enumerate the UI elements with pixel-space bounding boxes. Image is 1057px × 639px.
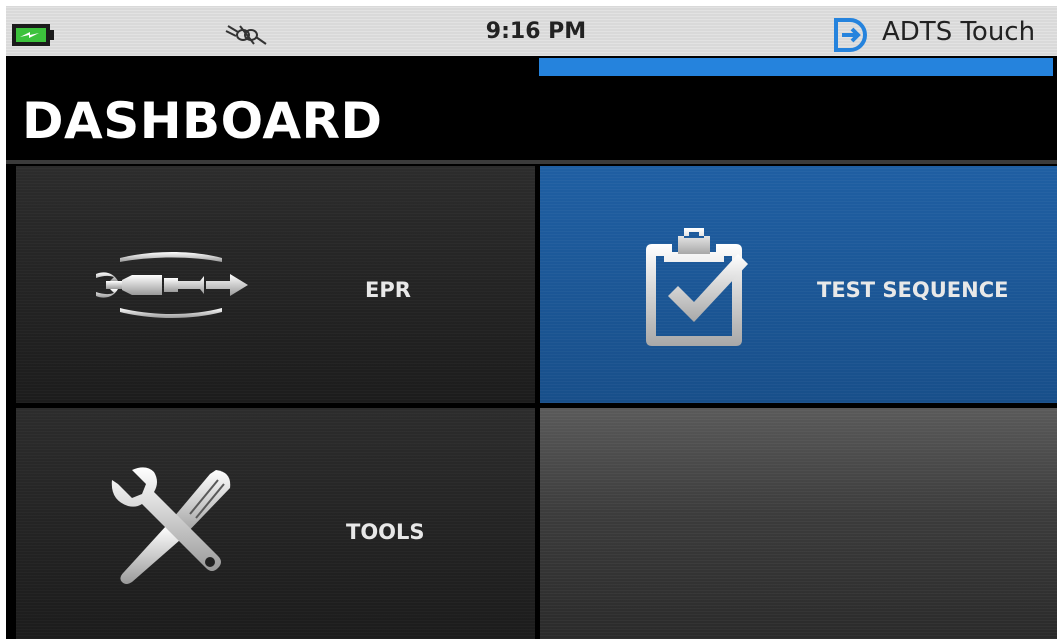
progress-bar <box>539 58 1053 76</box>
tile-tools[interactable]: TOOLS <box>16 408 535 639</box>
tile-epr[interactable]: EPR <box>16 166 535 403</box>
tile-tools-label: TOOLS <box>346 520 425 544</box>
tile-epr-label: EPR <box>365 278 411 302</box>
tools-icon <box>111 467 231 584</box>
epr-engine-icon <box>96 252 248 318</box>
tile-empty <box>540 408 1057 639</box>
battery-charging-icon <box>12 24 54 46</box>
brand-name: ADTS Touch <box>882 17 1036 47</box>
brand-logo-icon <box>834 18 867 52</box>
status-bar: 9:16 PM ADTS Touch <box>6 6 1057 56</box>
page-title: DASHBOARD <box>22 92 383 150</box>
dashboard-screen: 9:16 PM ADTS Touch DASHBOARD EPR TEST SE… <box>6 6 1057 639</box>
header-divider <box>6 160 1057 164</box>
clock-time: 9:16 PM <box>485 19 587 44</box>
tile-test-sequence-label: TEST SEQUENCE <box>817 278 1009 302</box>
tile-test-sequence[interactable]: TEST SEQUENCE <box>540 166 1057 403</box>
plug-disconnected-icon <box>225 25 267 45</box>
progress-bar-fill <box>539 58 1053 76</box>
clipboard-check-icon <box>646 228 748 346</box>
